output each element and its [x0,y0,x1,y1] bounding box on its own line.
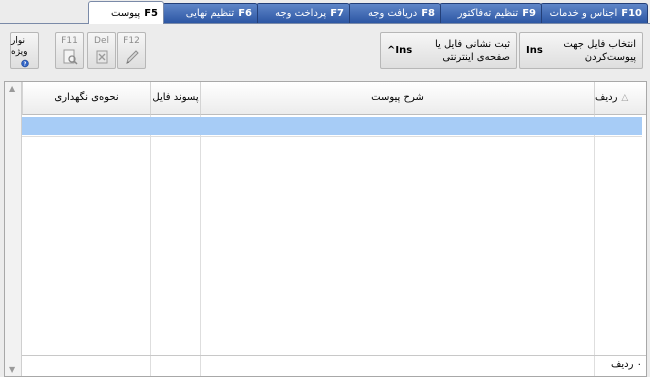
footer-divider [594,356,595,376]
column-divider [150,115,151,356]
f11-label: F11 [61,36,78,46]
footer-divider [150,356,151,376]
row-divider [22,136,642,137]
tab-key: F8 [421,8,435,19]
tab-invoice-settings[interactable]: F9 تنظیم تەفاکتور [439,3,542,23]
tab-key: F10 [621,8,642,19]
select-file-label: انتخاب فایل جهت پیوست‌کردن [563,38,636,63]
tab-label: تنظیم تەفاکتور [457,8,519,19]
column-header-description[interactable]: شرح پیوست [200,82,594,115]
column-header-row[interactable]: △ ردیف [594,82,646,115]
preview-button[interactable]: F11 [55,32,84,69]
footer-divider [200,356,201,376]
column-header-extension[interactable]: پسوند فایل [150,82,200,115]
delete-button[interactable]: Del [87,32,116,69]
tab-label: تنظیم نهایی [185,8,235,19]
column-header-row-label: ردیف [595,92,618,103]
column-divider [200,115,201,356]
tab-key: F9 [522,8,536,19]
tab-label: پیوست [111,7,141,19]
tab-key: F6 [238,8,252,19]
tab-attachment[interactable]: F5 پیوست [88,1,164,24]
tab-items-services[interactable]: F10 اجناس و خدمات [540,3,648,23]
preview-icon [63,49,78,65]
f12-label: F12 [123,36,140,46]
table-row-selected[interactable] [22,117,642,135]
help-icon: ? [20,59,29,68]
grid-footer: ۰ ردیف [22,355,646,376]
tab-final-settings[interactable]: F6 تنظیم نهایی [162,3,258,23]
column-header-storage[interactable]: نحوه‌ی نگهداری [22,82,150,115]
scroll-down-icon[interactable]: ▼ [9,365,15,374]
register-link-shortcut: ^Ins [387,45,413,56]
tab-key: F7 [330,8,344,19]
column-divider [594,115,595,356]
svg-text:?: ? [23,62,26,68]
special-bar-label: نوار ویژه [11,36,28,57]
tab-strip: F10 اجناس و خدمات F9 تنظیم تەفاکتور F8 د… [0,0,650,24]
tab-label: پرداخت وجه [275,8,327,19]
row-count: ۰ ردیف [611,359,642,370]
select-file-shortcut: Ins [526,45,543,56]
tab-key: F5 [144,7,158,19]
special-bar-button[interactable]: نوار ویژه ? [10,32,39,69]
column-header-extension-label: پسوند فایل [152,92,199,103]
sort-indicator-icon: △ [621,93,629,103]
delete-icon [96,50,107,64]
tab-receipt[interactable]: F8 دریافت وجه [348,3,441,23]
scroll-up-icon[interactable]: ▲ [9,84,15,93]
column-header-description-label: شرح پیوست [371,92,424,103]
column-header-storage-label: نحوه‌ی نگهداری [54,92,119,103]
vertical-scrollbar[interactable]: ▲ ▼ [5,82,22,376]
register-link-label: ثبت نشانی فایل یا صفحه‌ی اینترنتی [434,38,510,63]
pencil-icon [125,50,139,65]
del-label: Del [94,36,109,46]
attachments-grid[interactable]: ▲ ▼ نحوه‌ی نگهداری پسوند فایل شرح پیوست … [4,81,647,377]
edit-button[interactable]: F12 [117,32,146,69]
tab-payment[interactable]: F7 پرداخت وجه [256,3,350,23]
tab-label: دریافت وجه [367,8,418,19]
register-link-button[interactable]: ثبت نشانی فایل یا صفحه‌ی اینترنتی ^Ins [380,32,517,69]
select-file-button[interactable]: انتخاب فایل جهت پیوست‌کردن Ins [519,32,643,69]
tab-label: اجناس و خدمات [549,8,618,19]
